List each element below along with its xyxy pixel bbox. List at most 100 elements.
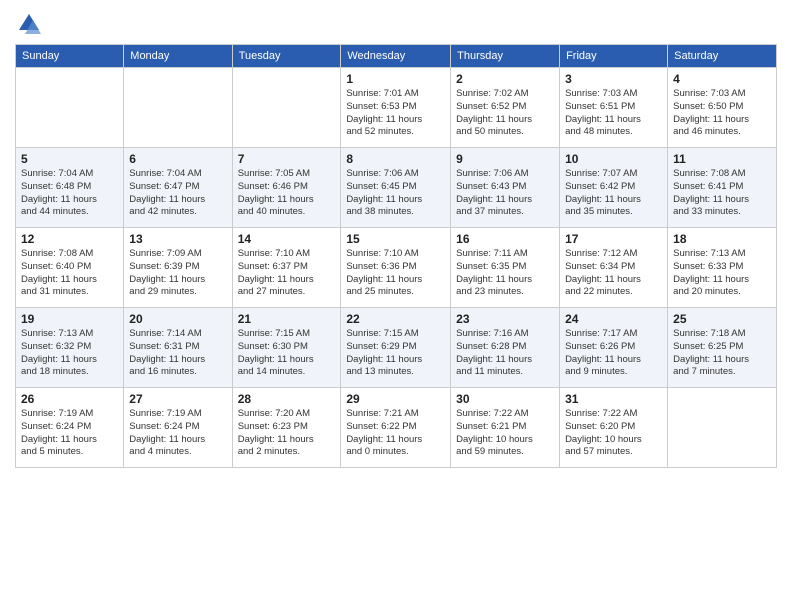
day-number: 23 — [456, 312, 554, 326]
day-number: 2 — [456, 72, 554, 86]
day-info: Sunrise: 7:13 AM Sunset: 6:32 PM Dayligh… — [21, 328, 118, 379]
day-number: 27 — [129, 392, 226, 406]
day-number: 11 — [673, 152, 771, 166]
day-info: Sunrise: 7:16 AM Sunset: 6:28 PM Dayligh… — [456, 328, 554, 379]
table-row: 27 Sunrise: 7:19 AM Sunset: 6:24 PM Dayli… — [124, 388, 232, 468]
day-info: Sunrise: 7:18 AM Sunset: 6:25 PM Dayligh… — [673, 328, 771, 379]
day-number: 21 — [238, 312, 336, 326]
day-number: 13 — [129, 232, 226, 246]
day-info: Sunrise: 7:08 AM Sunset: 6:41 PM Dayligh… — [673, 168, 771, 219]
table-row: 10 Sunrise: 7:07 AM Sunset: 6:42 PM Dayli… — [560, 148, 668, 228]
calendar-week-row: 5 Sunrise: 7:04 AM Sunset: 6:48 PM Daylig… — [16, 148, 777, 228]
day-info: Sunrise: 7:17 AM Sunset: 6:26 PM Dayligh… — [565, 328, 662, 379]
table-row — [668, 388, 777, 468]
calendar-header-row: Sunday Monday Tuesday Wednesday Thursday… — [16, 45, 777, 68]
table-row: 25Sunrise: 7:18 AM Sunset: 6:25 PM Dayli… — [668, 308, 777, 388]
table-row — [16, 68, 124, 148]
logo — [15, 10, 47, 38]
day-info: Sunrise: 7:10 AM Sunset: 6:36 PM Dayligh… — [346, 248, 445, 299]
table-row: 6 Sunrise: 7:04 AM Sunset: 6:47 PM Daylig… — [124, 148, 232, 228]
table-row: 2 Sunrise: 7:02 AM Sunset: 6:52 PM Daylig… — [451, 68, 560, 148]
header-tuesday: Tuesday — [232, 45, 341, 68]
day-number: 16 — [456, 232, 554, 246]
day-number: 7 — [238, 152, 336, 166]
day-number: 12 — [21, 232, 118, 246]
day-info: Sunrise: 7:21 AM Sunset: 6:22 PM Dayligh… — [346, 408, 445, 459]
day-number: 22 — [346, 312, 445, 326]
header-saturday: Saturday — [668, 45, 777, 68]
calendar: Sunday Monday Tuesday Wednesday Thursday… — [15, 44, 777, 468]
table-row: 3 Sunrise: 7:03 AM Sunset: 6:51 PM Daylig… — [560, 68, 668, 148]
day-number: 14 — [238, 232, 336, 246]
calendar-week-row: 19 Sunrise: 7:13 AM Sunset: 6:32 PM Dayli… — [16, 308, 777, 388]
table-row — [124, 68, 232, 148]
table-row: 28Sunrise: 7:20 AM Sunset: 6:23 PM Dayli… — [232, 388, 341, 468]
day-info: Sunrise: 7:03 AM Sunset: 6:51 PM Dayligh… — [565, 88, 662, 139]
day-info: Sunrise: 7:11 AM Sunset: 6:35 PM Dayligh… — [456, 248, 554, 299]
day-info: Sunrise: 7:05 AM Sunset: 6:46 PM Dayligh… — [238, 168, 336, 219]
day-number: 15 — [346, 232, 445, 246]
calendar-week-row: 1Sunrise: 7:01 AM Sunset: 6:53 PM Daylig… — [16, 68, 777, 148]
table-row: 8 Sunrise: 7:06 AM Sunset: 6:45 PM Daylig… — [341, 148, 451, 228]
day-info: Sunrise: 7:19 AM Sunset: 6:24 PM Dayligh… — [21, 408, 118, 459]
table-row: 20 Sunrise: 7:14 AM Sunset: 6:31 PM Dayli… — [124, 308, 232, 388]
day-info: Sunrise: 7:08 AM Sunset: 6:40 PM Dayligh… — [21, 248, 118, 299]
day-number: 19 — [21, 312, 118, 326]
calendar-week-row: 26 Sunrise: 7:19 AM Sunset: 6:24 PM Dayli… — [16, 388, 777, 468]
day-info: Sunrise: 7:06 AM Sunset: 6:43 PM Dayligh… — [456, 168, 554, 219]
day-info: Sunrise: 7:15 AM Sunset: 6:30 PM Dayligh… — [238, 328, 336, 379]
day-number: 31 — [565, 392, 662, 406]
logo-icon — [15, 10, 43, 38]
day-number: 5 — [21, 152, 118, 166]
table-row: 21 Sunrise: 7:15 AM Sunset: 6:30 PM Dayli… — [232, 308, 341, 388]
day-number: 1 — [346, 72, 445, 86]
day-number: 4 — [673, 72, 771, 86]
calendar-week-row: 12 Sunrise: 7:08 AM Sunset: 6:40 PM Dayli… — [16, 228, 777, 308]
table-row: 12 Sunrise: 7:08 AM Sunset: 6:40 PM Dayli… — [16, 228, 124, 308]
day-number: 17 — [565, 232, 662, 246]
header-friday: Friday — [560, 45, 668, 68]
table-row: 16 Sunrise: 7:11 AM Sunset: 6:35 PM Dayli… — [451, 228, 560, 308]
table-row: 31 Sunrise: 7:22 AM Sunset: 6:20 PM Dayli… — [560, 388, 668, 468]
table-row: 14 Sunrise: 7:10 AM Sunset: 6:37 PM Dayli… — [232, 228, 341, 308]
header — [15, 10, 777, 38]
day-info: Sunrise: 7:04 AM Sunset: 6:48 PM Dayligh… — [21, 168, 118, 219]
day-number: 8 — [346, 152, 445, 166]
table-row — [232, 68, 341, 148]
table-row: 11 Sunrise: 7:08 AM Sunset: 6:41 PM Dayli… — [668, 148, 777, 228]
day-number: 6 — [129, 152, 226, 166]
day-info: Sunrise: 7:14 AM Sunset: 6:31 PM Dayligh… — [129, 328, 226, 379]
table-row: 30Sunrise: 7:22 AM Sunset: 6:21 PM Dayli… — [451, 388, 560, 468]
table-row: 5 Sunrise: 7:04 AM Sunset: 6:48 PM Daylig… — [16, 148, 124, 228]
day-info: Sunrise: 7:07 AM Sunset: 6:42 PM Dayligh… — [565, 168, 662, 219]
day-number: 10 — [565, 152, 662, 166]
page: Sunday Monday Tuesday Wednesday Thursday… — [0, 0, 792, 612]
header-thursday: Thursday — [451, 45, 560, 68]
table-row: 23 Sunrise: 7:16 AM Sunset: 6:28 PM Dayli… — [451, 308, 560, 388]
day-info: Sunrise: 7:02 AM Sunset: 6:52 PM Dayligh… — [456, 88, 554, 139]
day-info: Sunrise: 7:09 AM Sunset: 6:39 PM Dayligh… — [129, 248, 226, 299]
table-row: 26 Sunrise: 7:19 AM Sunset: 6:24 PM Dayli… — [16, 388, 124, 468]
table-row: 22 Sunrise: 7:15 AM Sunset: 6:29 PM Dayli… — [341, 308, 451, 388]
day-info: Sunrise: 7:10 AM Sunset: 6:37 PM Dayligh… — [238, 248, 336, 299]
header-wednesday: Wednesday — [341, 45, 451, 68]
day-info: Sunrise: 7:22 AM Sunset: 6:20 PM Dayligh… — [565, 408, 662, 459]
table-row: 24Sunrise: 7:17 AM Sunset: 6:26 PM Dayli… — [560, 308, 668, 388]
header-monday: Monday — [124, 45, 232, 68]
day-number: 30 — [456, 392, 554, 406]
day-number: 29 — [346, 392, 445, 406]
day-number: 26 — [21, 392, 118, 406]
day-info: Sunrise: 7:04 AM Sunset: 6:47 PM Dayligh… — [129, 168, 226, 219]
day-number: 18 — [673, 232, 771, 246]
day-number: 3 — [565, 72, 662, 86]
day-info: Sunrise: 7:03 AM Sunset: 6:50 PM Dayligh… — [673, 88, 771, 139]
day-info: Sunrise: 7:15 AM Sunset: 6:29 PM Dayligh… — [346, 328, 445, 379]
day-number: 28 — [238, 392, 336, 406]
day-info: Sunrise: 7:06 AM Sunset: 6:45 PM Dayligh… — [346, 168, 445, 219]
day-number: 20 — [129, 312, 226, 326]
table-row: 19 Sunrise: 7:13 AM Sunset: 6:32 PM Dayli… — [16, 308, 124, 388]
table-row: 1Sunrise: 7:01 AM Sunset: 6:53 PM Daylig… — [341, 68, 451, 148]
table-row: 4 Sunrise: 7:03 AM Sunset: 6:50 PM Daylig… — [668, 68, 777, 148]
table-row: 13 Sunrise: 7:09 AM Sunset: 6:39 PM Dayli… — [124, 228, 232, 308]
day-info: Sunrise: 7:19 AM Sunset: 6:24 PM Dayligh… — [129, 408, 226, 459]
